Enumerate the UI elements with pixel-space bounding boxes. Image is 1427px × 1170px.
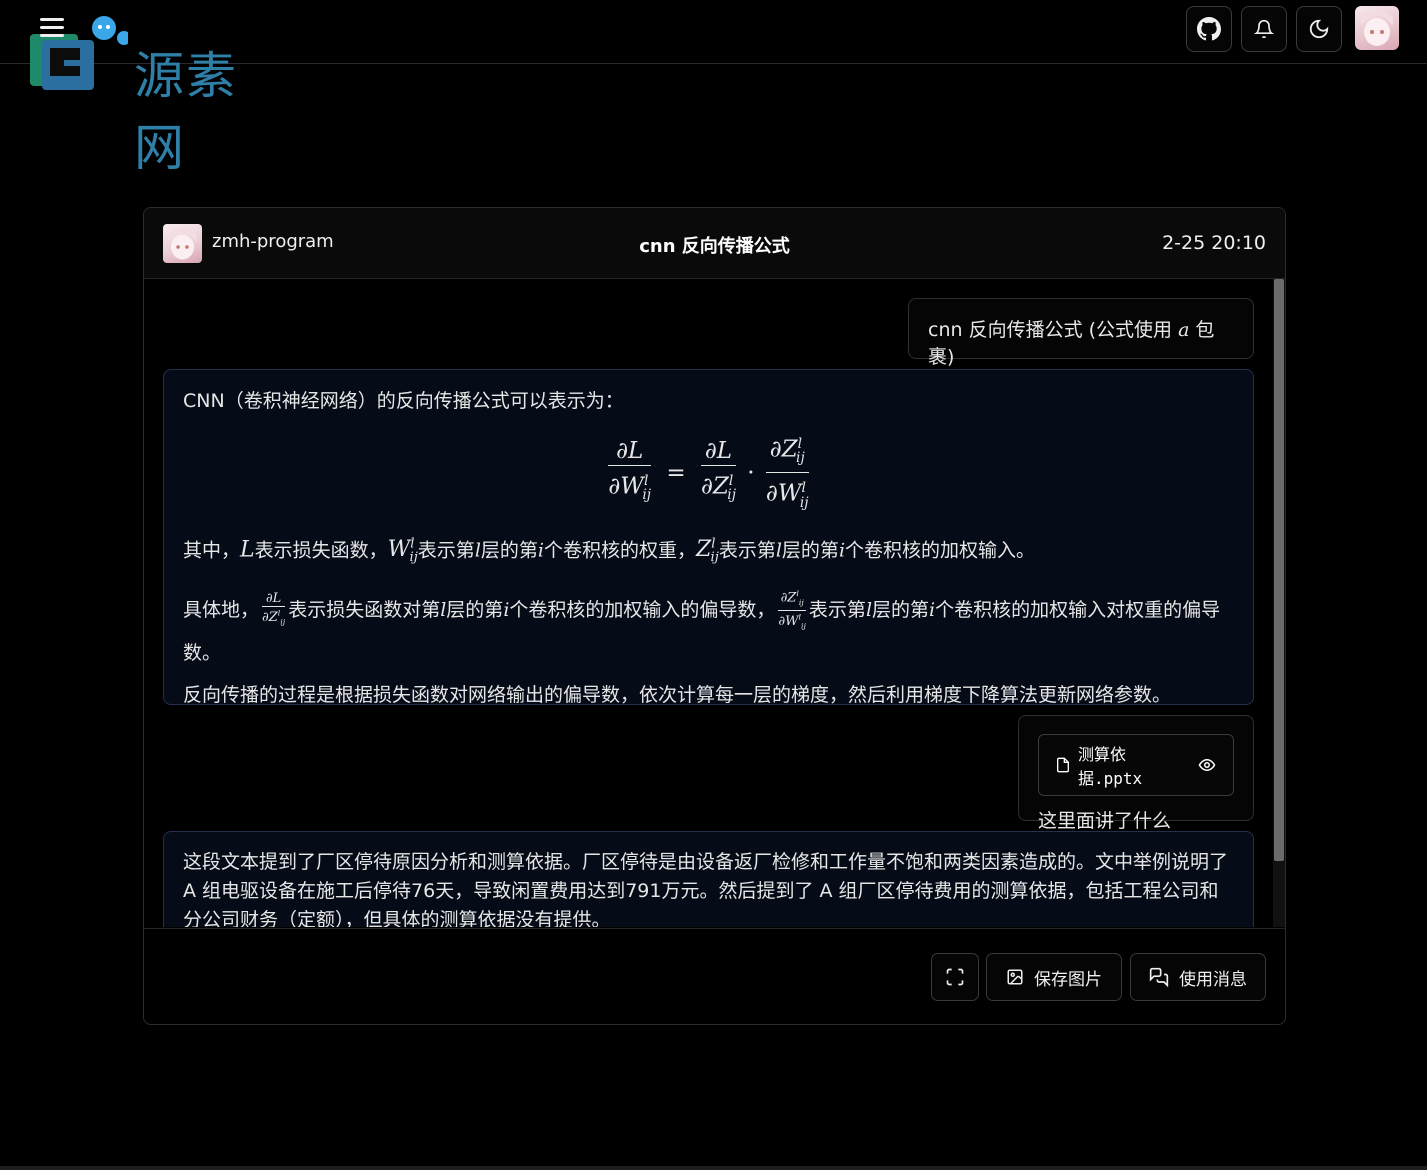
save-image-label: 保存图片 [1034, 969, 1102, 990]
top-bar: 源素网 [0, 0, 1427, 177]
eye-icon[interactable] [1197, 756, 1217, 774]
fullscreen-button[interactable] [931, 953, 979, 1001]
bell-icon [1254, 19, 1274, 39]
chat-share-card: zmh-program cnn 反向传播公式 2-25 20:10 cnn 反向… [143, 207, 1286, 1025]
chat-icon [1149, 967, 1169, 987]
user-message: cnn 反向传播公式 (公式使用 a 包裹) [908, 298, 1254, 368]
fullscreen-icon [946, 968, 964, 986]
anime-avatar-icon [1361, 10, 1393, 46]
user-message: 测算依据.pptx 这里面讲了什么 [1018, 715, 1254, 832]
moon-icon [1309, 19, 1329, 39]
use-message-label: 使用消息 [1179, 969, 1247, 990]
card-footer: 保存图片 使用消息 [144, 928, 1285, 1024]
message-paragraph: 其中，L表示损失函数，Wlij表示第l层的第i个卷积核的权重，Zlij表示第l层… [183, 536, 1036, 566]
site-logo[interactable]: 源素网 [28, 14, 288, 177]
message-list[interactable]: cnn 反向传播公式 (公式使用 a 包裹) CNN（卷积神经网络）的反向传播公… [144, 279, 1285, 927]
top-actions [1186, 6, 1399, 52]
assistant-message: CNN（卷积神经网络）的反向传播公式可以表示为： ∂L ∂Wlij = ∂L ∂Zl… [163, 369, 1254, 706]
github-icon [1197, 17, 1221, 41]
bottom-edge [0, 1166, 1427, 1170]
message-text: CNN（卷积神经网络）的反向传播公式可以表示为： [183, 390, 624, 412]
message-scrollbar[interactable] [1273, 279, 1285, 927]
conversation-time: 2-25 20:10 [1162, 232, 1266, 254]
message-text: 这里面讲了什么 [1038, 810, 1172, 832]
menu-icon [40, 18, 64, 21]
image-icon [1007, 969, 1023, 985]
file-icon [1056, 757, 1069, 773]
conversation-title: cnn 反向传播公式 [639, 236, 790, 257]
card-header: zmh-program cnn 反向传播公式 2-25 20:10 [144, 208, 1285, 279]
message-text: cnn 反向传播公式 (公式使用 [928, 319, 1179, 341]
github-button[interactable] [1186, 6, 1232, 52]
theme-toggle-button[interactable] [1296, 6, 1342, 52]
user-avatar[interactable] [1355, 6, 1399, 50]
message-text: 这段文本提到了厂区停待原因分析和测算依据。厂区停待是由设备返厂检修和工作量不饱和… [183, 851, 1229, 927]
menu-button[interactable] [40, 18, 64, 38]
save-image-button[interactable]: 保存图片 [986, 953, 1122, 1001]
message-text: 反向传播的过程是根据损失函数对网络输出的偏导数，依次计算每一层的梯度，然后利用梯… [183, 684, 1172, 707]
backprop-formula: ∂L ∂Wlij = ∂L ∂Zlij · ∂Zlij ∂Wlij [183, 430, 1234, 518]
assistant-message: 这段文本提到了厂区停待原因分析和测算依据。厂区停待是由设备返厂检修和工作量不饱和… [163, 831, 1254, 927]
file-attachment[interactable]: 测算依据.pptx [1038, 734, 1234, 796]
scrollbar-thumb[interactable] [1274, 279, 1284, 861]
logo-text: 源素网 [134, 47, 238, 177]
message-paragraph: 具体地， ∂L ∂Zlij表示损失函数对第l层的第i个卷积核的加权输入的偏导数， ∂Z… [183, 589, 1221, 665]
file-name: 测算依据.pptx [1077, 745, 1143, 788]
notifications-button[interactable] [1241, 6, 1287, 52]
use-message-button[interactable]: 使用消息 [1130, 953, 1266, 1001]
math-inline: a [1178, 319, 1190, 341]
